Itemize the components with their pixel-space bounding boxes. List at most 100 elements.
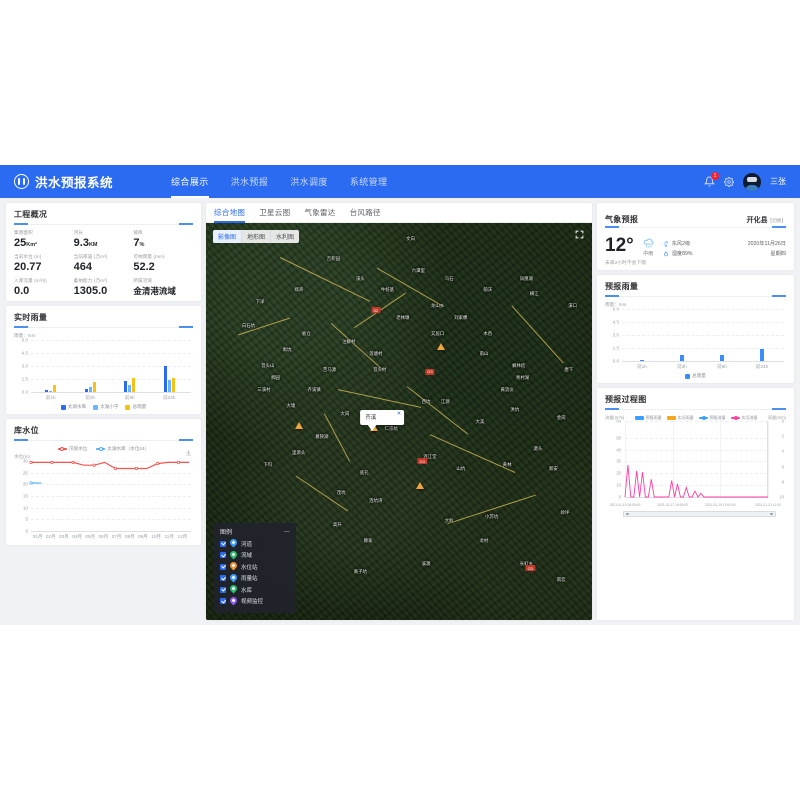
x-tick-label: 前3h	[85, 395, 95, 401]
legend-checkbox-5[interactable]	[220, 598, 226, 604]
metric-value: 1305.0	[74, 285, 134, 297]
gridline	[622, 322, 784, 323]
metric-basin: 所属流域 金清港流域	[133, 278, 193, 297]
legend-label: 太湖小学	[100, 404, 118, 410]
gridline	[622, 335, 784, 336]
divider	[14, 224, 193, 225]
map-view[interactable]: 影像图 地形图 水利图 文白吉积园六潭里溪头乌石凤凰湖郑湾牛桩基荫沃横江下洋龙山…	[206, 223, 592, 620]
reservoir-level-legend: 汛限水位太湖水库（水位24）	[14, 446, 193, 452]
legend-item: 太湖小学	[93, 404, 118, 410]
close-icon[interactable]: ✕	[397, 412, 402, 418]
map-legend-items: 河道流域水位站雨量站水库视频监控	[220, 539, 290, 606]
map-place-label: 龙山乡	[431, 303, 444, 309]
humidity-icon	[663, 251, 669, 257]
bell-icon[interactable]: 1	[704, 176, 715, 187]
nav-item-system-management[interactable]: 系统管理	[350, 165, 388, 198]
metric-label: 可纳雨量 (mm)	[133, 254, 193, 260]
legend-checkbox-1[interactable]	[220, 552, 226, 558]
bar	[89, 387, 92, 392]
metric-label: 蓄纳能力 (万m³)	[74, 278, 134, 284]
nav-item-comprehensive[interactable]: 综合展示	[171, 165, 209, 198]
map-place-label: 葛狭湖	[315, 434, 328, 440]
map-tab-typhoon-path[interactable]: 台风路径	[350, 207, 381, 222]
legend-swatch	[125, 405, 130, 410]
legend-checkbox-4[interactable]	[220, 587, 226, 593]
layer-btn-image[interactable]: 影像图	[213, 230, 242, 243]
x-tick-label: 前24h	[163, 395, 175, 401]
metric-value: 9.3KM	[74, 237, 134, 249]
minimize-icon[interactable]: —	[284, 529, 290, 535]
divider	[605, 409, 786, 410]
map-legend-label: 水库	[241, 586, 252, 594]
y-tick-label: 4.5	[14, 351, 28, 356]
map-place-label: 高升	[333, 522, 342, 528]
project-overview-title: 工程概况	[14, 209, 193, 220]
bar	[680, 355, 683, 361]
x-tick-label: 前3h	[677, 364, 687, 370]
bar	[124, 381, 127, 392]
map-layer-switch: 影像图 地形图 水利图	[213, 230, 299, 243]
x-tick-label: 前6h	[717, 364, 727, 370]
layer-btn-water[interactable]: 水利图	[271, 230, 299, 243]
map-place-label: 山坑	[456, 466, 465, 472]
forecast-process-lines	[605, 421, 786, 509]
download-icon[interactable]	[185, 449, 192, 456]
map-tab-comprehensive[interactable]: 综合地图	[214, 207, 245, 222]
map-place-label: 菩头村	[373, 367, 386, 373]
metric-label: 集雨面积	[14, 230, 74, 236]
map-tabs: 综合地图 卫星云图 气象雷达 台风路径	[206, 203, 592, 223]
legend-label: 太湖水库（水位24）	[107, 446, 149, 452]
gridline	[31, 353, 191, 354]
metric-label: 坡降	[133, 230, 193, 236]
map-marker-station[interactable]	[416, 482, 424, 489]
metric-value: 0.0	[14, 285, 74, 297]
map-tab-satellite-cloud[interactable]: 卫星云图	[259, 207, 290, 222]
map-place-label: 苦马源	[323, 367, 336, 373]
weather-wind: 东风2级	[663, 240, 693, 247]
map-place-label: 齐溪镇	[307, 387, 320, 393]
map-legend-row: 水库	[220, 585, 290, 594]
reservoir-level-title: 库水位	[14, 425, 193, 436]
road-shield: G3	[526, 565, 535, 571]
metric-label: 当前库容 (万m³)	[74, 254, 134, 260]
weather-metrics: 东风2级 湿度89%	[663, 236, 693, 257]
gridline	[622, 361, 784, 362]
bar	[49, 391, 52, 392]
weather-humidity: 湿度89%	[663, 250, 693, 257]
user-avatar[interactable]	[743, 173, 761, 191]
weather-region: 开化县	[747, 217, 768, 224]
forecast-process-scrollbar[interactable]	[623, 511, 776, 517]
map-marker-station[interactable]	[295, 422, 303, 429]
map-legend-label: 流域	[241, 551, 252, 559]
weather-date: 2020年11月26日	[748, 240, 786, 247]
legend-checkbox-2[interactable]	[220, 564, 226, 570]
nav-item-flood-forecast[interactable]: 洪水预报	[231, 165, 269, 198]
weather-region-switch[interactable]: 开化县【切换】	[747, 209, 786, 227]
metric-label: 当前水位 (m)	[14, 254, 74, 260]
metric-value: 52.2	[133, 261, 193, 273]
map-card: 综合地图 卫星云图 气象雷达 台风路径	[206, 203, 592, 620]
gridline	[31, 340, 191, 341]
metric-inflow: 入库流量 (m³/s) 0.0	[14, 278, 74, 297]
layer-btn-terrain[interactable]: 地形图	[242, 230, 271, 243]
gear-icon[interactable]	[724, 177, 734, 187]
map-marker-popup[interactable]: 齐溪 ✕	[360, 410, 404, 425]
y-tick-label: 1.5	[14, 377, 28, 382]
fullscreen-icon[interactable]	[575, 230, 584, 239]
forecast-process-plot: 010203040506410864202021-01-15 16:00:002…	[605, 421, 786, 509]
map-legend-row: 雨量站	[220, 574, 290, 583]
bar	[128, 385, 131, 392]
map-tab-weather-radar[interactable]: 气象雷达	[304, 207, 335, 222]
map-place-label: 木岙	[483, 331, 492, 337]
legend-checkbox-3[interactable]	[220, 575, 226, 581]
nav-item-flood-dispatch[interactable]: 洪水调度	[290, 165, 328, 198]
map-place-label: 南山	[480, 351, 489, 357]
map-place-label: 菩头山	[261, 363, 274, 369]
app-body: 工程概况 集雨面积 25Km² 河长 9.3KM 坡降 7%	[0, 198, 800, 625]
map-place-label: 牛桩基	[381, 287, 394, 293]
map-marker-station[interactable]	[437, 343, 445, 350]
legend-label: 总雨量	[692, 373, 706, 379]
weather-switch-label: 【切换】	[768, 218, 786, 223]
weather-wind-text: 东风2级	[672, 240, 690, 247]
legend-checkbox-0[interactable]	[220, 541, 226, 547]
